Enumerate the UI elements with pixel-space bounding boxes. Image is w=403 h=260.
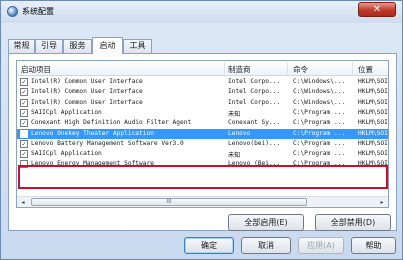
tab-boot[interactable]: 引导 <box>35 39 63 53</box>
startup-item-manufacturer: Conexant Sy... <box>228 119 281 127</box>
disable-all-button[interactable]: 全部禁用(D) <box>315 214 391 231</box>
startup-checkbox[interactable]: ✓ <box>20 98 28 107</box>
scroll-right-icon[interactable]: ▸ <box>377 198 387 207</box>
system-config-window: 系统配置 ✕ 常规 引导 服务 启动 工具 启动项目 制造商 命令 位置 ✓ In… <box>0 0 403 260</box>
startup-item-location: HKLM\SOI <box>358 98 388 106</box>
startup-list[interactable]: 启动项目 制造商 命令 位置 ✓ Intel(R) Common User Int… <box>16 60 389 208</box>
startup-item-name: SAIICpl Application <box>31 150 102 158</box>
close-button[interactable]: ✕ <box>358 2 396 17</box>
window-title: 系统配置 <box>22 7 54 16</box>
startup-item-name: SAIICpl Application <box>31 108 102 116</box>
startup-checkbox[interactable]: ✓ <box>20 108 28 117</box>
list-item[interactable]: ✓ Conexant High Definition Audio Filter A… <box>17 118 388 128</box>
startup-item-manufacturer: Lenovo (Bei... <box>228 160 281 168</box>
startup-item-name: Intel(R) Common User Interface <box>31 88 143 96</box>
startup-item-manufacturer: Intel Corpo... <box>228 98 281 106</box>
startup-checkbox[interactable]: ✓ <box>20 150 28 159</box>
startup-item-location: HKLM\SOI <box>358 108 388 116</box>
column-header-command[interactable]: 命令 <box>293 64 308 75</box>
startup-item-location: HKLM\SOI <box>358 78 388 85</box>
startup-item-name: Lenovo Battery Management Software Ver3.… <box>31 139 184 147</box>
startup-item-location: HKLM\SOI <box>358 88 388 96</box>
column-divider[interactable] <box>224 62 225 75</box>
startup-checkbox[interactable] <box>20 129 28 138</box>
help-button[interactable]: 帮助 <box>351 237 396 254</box>
startup-item-command: C:\Program ... <box>293 139 346 147</box>
column-divider[interactable] <box>352 62 353 75</box>
startup-item-location: HKLM\SOI <box>358 129 388 137</box>
startup-item-manufacturer: Lenovo(bei)... <box>228 139 281 147</box>
list-item[interactable]: Lenovo Energy Management Software Lenovo … <box>17 159 388 169</box>
startup-item-command: C:\Program ... <box>293 129 346 137</box>
startup-item-command: C:\Program ... <box>293 160 346 168</box>
cancel-button[interactable]: 取消 <box>241 237 291 254</box>
startup-checkbox[interactable]: ✓ <box>20 119 28 128</box>
list-header: 启动项目 制造商 命令 位置 <box>17 61 388 76</box>
ok-button[interactable]: 确定 <box>184 237 234 254</box>
startup-item-command: C:\Program ... <box>293 150 346 158</box>
enable-all-button[interactable]: 全部启用(E) <box>228 214 304 231</box>
startup-item-command: C:\Windows\... <box>293 88 346 96</box>
startup-item-command: C:\Program ... <box>293 119 346 127</box>
tab-tools[interactable]: 工具 <box>123 39 152 53</box>
tab-services[interactable]: 服务 <box>63 39 92 53</box>
startup-item-location: HKLM\SOI <box>358 139 388 147</box>
startup-item-manufacturer: Intel Corpo... <box>228 88 281 96</box>
tab-general[interactable]: 常规 <box>8 39 35 53</box>
list-item[interactable]: ✓ Intel(R) Common User Interface Intel Cor… <box>17 98 388 108</box>
startup-item-name: Lenovo Energy Management Software <box>31 160 154 168</box>
startup-checkbox[interactable]: ✓ <box>20 78 28 86</box>
startup-item-manufacturer: Lenovo <box>228 129 251 137</box>
column-divider[interactable] <box>287 62 288 75</box>
startup-item-manufacturer: 未知 <box>228 110 241 118</box>
startup-item-name: Conexant High Definition Audio Filter Ag… <box>31 119 192 127</box>
list-item[interactable]: ✓ Lenovo Battery Management Software Ver3… <box>17 139 388 149</box>
startup-item-command: C:\Windows\... <box>293 78 346 85</box>
list-item[interactable]: Lenovo Onekey Theater Application Lenovo C… <box>17 128 388 139</box>
startup-item-location: HKLM\SOI <box>358 119 388 127</box>
column-header-manufacturer[interactable]: 制造商 <box>228 64 251 75</box>
startup-item-command: C:\Program ... <box>293 108 346 116</box>
startup-checkbox[interactable] <box>20 160 28 169</box>
title-bar[interactable]: 系统配置 ✕ <box>1 1 402 23</box>
list-item[interactable]: ✓ Intel(R) Common User Interface Intel Cor… <box>17 87 388 97</box>
scroll-left-icon[interactable]: ◂ <box>18 198 28 207</box>
apply-button[interactable]: 应用(A) <box>298 237 344 254</box>
startup-item-name: Lenovo Onekey Theater Application <box>31 129 154 137</box>
horizontal-scrollbar[interactable]: ◂ III ▸ <box>17 196 388 207</box>
startup-item-command: C:\Windows\... <box>293 98 346 106</box>
scroll-thumb[interactable]: III <box>31 198 307 206</box>
list-item[interactable]: ✓ Intel(R) Common User Interface Intel Cor… <box>17 77 388 87</box>
column-header-item[interactable]: 启动项目 <box>21 64 51 75</box>
startup-item-location: HKLM\SOI <box>358 150 388 158</box>
startup-item-manufacturer: Intel Corpo... <box>228 78 281 85</box>
list-item[interactable]: ✓ SAIICpl Application 未知 C:\Program ... HKLM… <box>17 108 388 118</box>
close-icon: ✕ <box>372 4 382 15</box>
column-header-location[interactable]: 位置 <box>358 64 373 75</box>
startup-checkbox[interactable]: ✓ <box>20 88 28 97</box>
tab-startup[interactable]: 启动 <box>92 37 123 54</box>
list-item[interactable]: ✓ SAIICpl Application 未知 C:\Program ... HKLM… <box>17 149 388 159</box>
startup-item-name: Intel(R) Common User Interface <box>31 98 143 106</box>
startup-item-name: Intel(R) Common User Interface <box>31 78 143 85</box>
startup-item-manufacturer: 未知 <box>228 152 241 160</box>
startup-item-location: HKLM\SOI <box>358 160 388 168</box>
startup-checkbox[interactable]: ✓ <box>20 139 28 148</box>
system-config-icon <box>7 6 18 17</box>
